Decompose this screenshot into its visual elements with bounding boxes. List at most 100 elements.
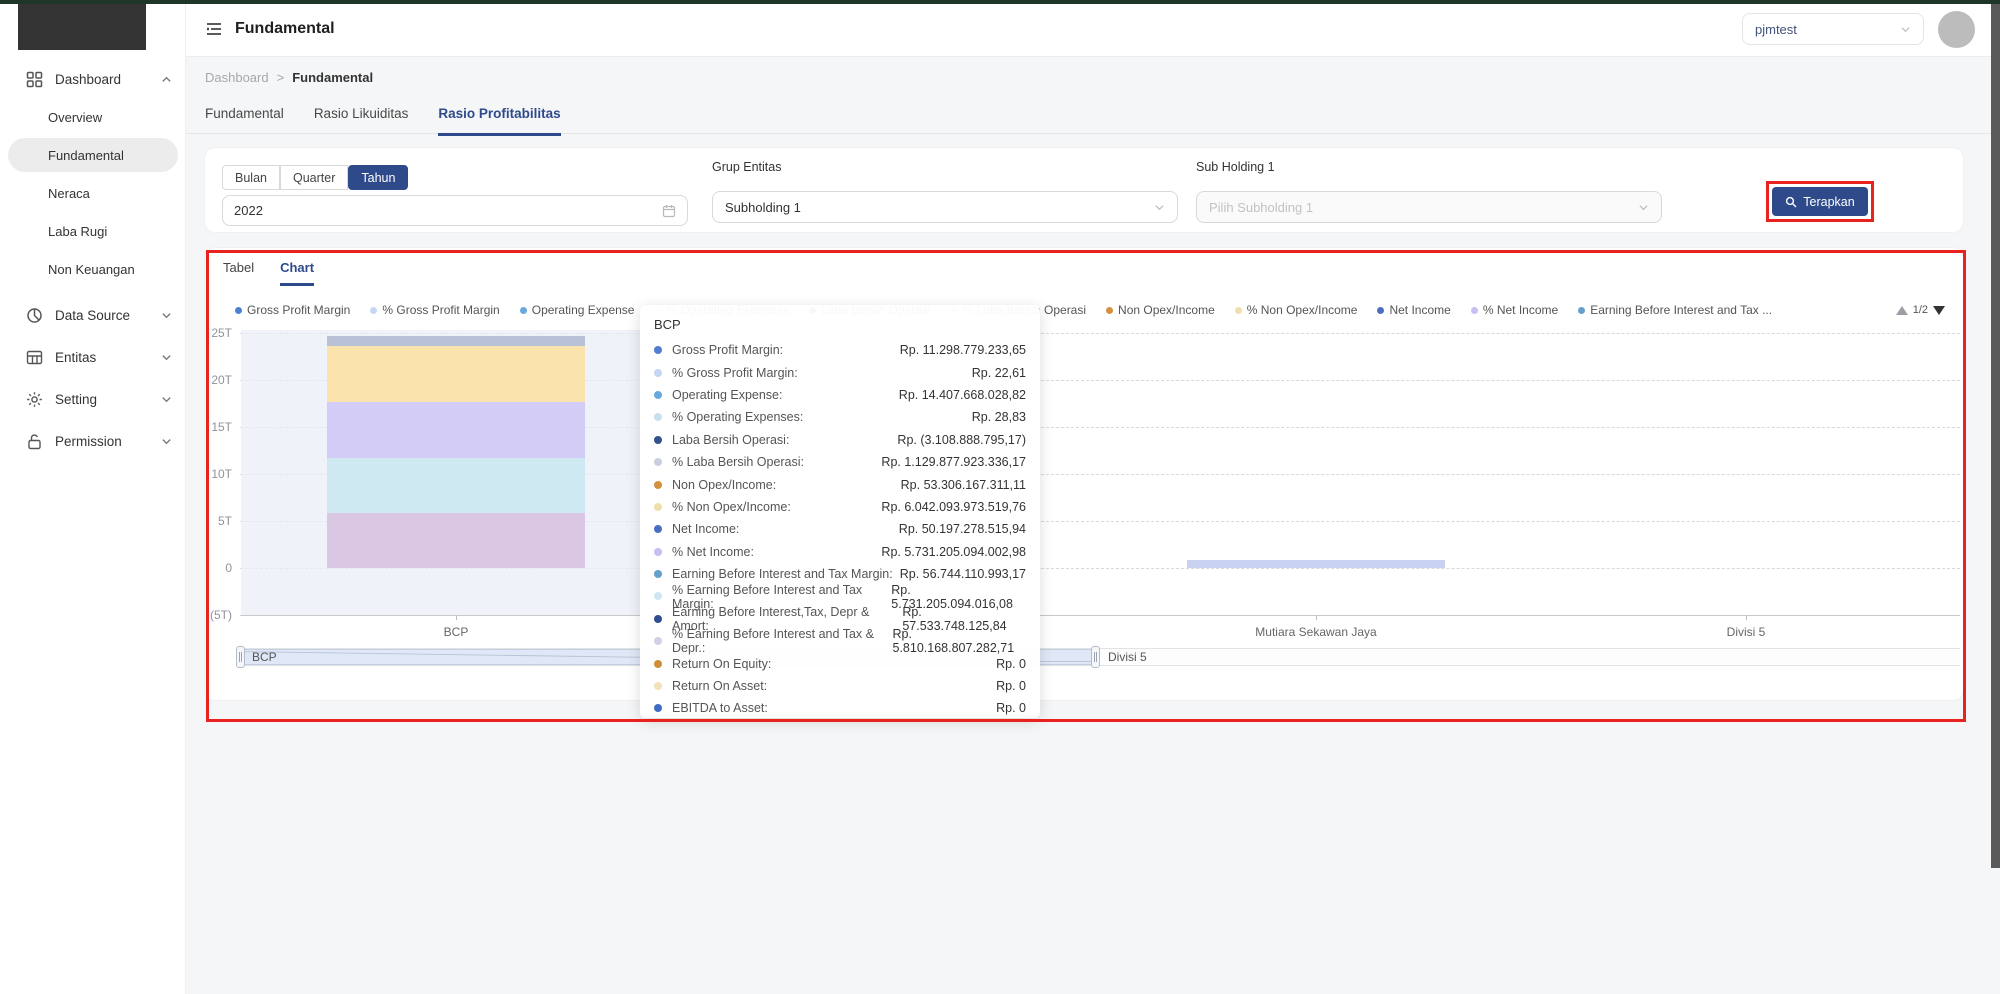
sidebar-item-dashboard[interactable]: Dashboard — [0, 62, 186, 96]
tooltip-series-value: Rp. 5.810.168.807.282,71 — [893, 627, 1027, 655]
sidebar-item-entitas[interactable]: Entitas — [0, 340, 186, 374]
bar-segment — [1187, 560, 1445, 568]
series-dot-icon — [654, 637, 662, 645]
sub-holding-label: Sub Holding 1 — [1196, 160, 1275, 174]
legend-item[interactable]: % Net Income — [1471, 303, 1558, 317]
y-axis-tick-label: 10T — [211, 467, 232, 481]
tooltip-row: Net Income:Rp. 50.197.278.515,94 — [654, 518, 1026, 540]
bar-segment — [327, 346, 585, 402]
sidebar-subitem-laba-rugi[interactable]: Laba Rugi — [8, 214, 178, 248]
chart-card: Tabel Chart Gross Profit Margin % Gross Pr… — [205, 248, 1963, 700]
stacked-bar-mutiara-sekawan-jaya[interactable] — [1187, 560, 1445, 568]
legend-dot-icon — [1578, 307, 1585, 314]
tab-rasio-likuiditas[interactable]: Rasio Likuiditas — [314, 106, 409, 136]
legend-label: % Gross Profit Margin — [382, 303, 499, 317]
series-dot-icon — [654, 548, 662, 556]
tooltip-series-value: Rp. 0 — [996, 679, 1026, 693]
legend-label: % Non Opex/Income — [1247, 303, 1358, 317]
apply-button[interactable]: Terapkan — [1772, 187, 1868, 216]
series-dot-icon — [654, 346, 662, 354]
permission-icon — [26, 433, 43, 450]
tooltip-series-label: % Gross Profit Margin: — [672, 366, 798, 380]
series-dot-icon — [654, 481, 662, 489]
y-axis-tick-label: 20T — [211, 373, 232, 387]
chart-tab-chart[interactable]: Chart — [280, 260, 314, 286]
tooltip-series-label: % Net Income: — [672, 545, 754, 559]
menu-fold-icon[interactable] — [205, 20, 223, 38]
datazoom-right-handle[interactable] — [1091, 646, 1100, 668]
y-axis-tick-label: 15T — [211, 420, 232, 434]
breadcrumb-dashboard[interactable]: Dashboard — [205, 70, 269, 85]
legend-page-down-icon[interactable] — [1933, 306, 1945, 315]
sub-holding-placeholder: Pilih Subholding 1 — [1209, 200, 1313, 215]
x-axis-tick — [456, 615, 457, 620]
tooltip-row: Non Opex/Income:Rp. 53.306.167.311,11 — [654, 473, 1026, 495]
series-dot-icon — [654, 525, 662, 533]
period-option-tahun[interactable]: Tahun — [348, 165, 408, 190]
page-tabs: Fundamental Rasio Likuiditas Rasio Profita… — [205, 106, 561, 136]
datazoom-slider[interactable]: BCP Divisi 5 — [240, 648, 1960, 666]
breadcrumb-current: Fundamental — [292, 70, 373, 85]
legend-label: % Net Income — [1483, 303, 1558, 317]
legend-item[interactable]: Operating Expense — [520, 303, 635, 317]
legend-item[interactable]: Net Income — [1377, 303, 1450, 317]
sidebar-item-data-source[interactable]: Data Source — [0, 298, 186, 332]
sidebar-subitem-neraca[interactable]: Neraca — [8, 176, 178, 210]
stacked-bar-bcp[interactable] — [327, 337, 585, 568]
tooltip-row: % Laba Bersih Operasi:Rp. 1.129.877.923.… — [654, 451, 1026, 473]
grup-entitas-value: Subholding 1 — [725, 200, 801, 215]
chevron-down-icon — [1900, 24, 1911, 35]
legend-pager: 1/2 — [1896, 304, 1945, 316]
legend-item[interactable]: % Non Opex/Income — [1235, 303, 1358, 317]
period-option-bulan[interactable]: Bulan — [222, 165, 280, 190]
legend-dot-icon — [520, 307, 527, 314]
chart-tab-tabel[interactable]: Tabel — [223, 260, 254, 286]
sidebar-subitem-overview[interactable]: Overview — [8, 100, 178, 134]
tooltip-row: Operating Expense:Rp. 14.407.668.028,82 — [654, 384, 1026, 406]
sidebar-subitem-label: Non Keuangan — [48, 262, 135, 277]
breadcrumb: Dashboard > Fundamental — [205, 70, 373, 85]
sidebar-item-setting[interactable]: Setting — [0, 382, 186, 416]
legend-item[interactable]: % Gross Profit Margin — [370, 303, 499, 317]
bar-segment — [327, 513, 585, 568]
x-axis-category-label: BCP — [444, 625, 469, 639]
legend-item[interactable]: Non Opex/Income — [1106, 303, 1215, 317]
datazoom-left-handle[interactable] — [236, 646, 245, 668]
scrollbar[interactable] — [1991, 0, 2000, 868]
tooltip-series-label: Laba Bersih Operasi: — [672, 433, 789, 447]
tooltip-series-value: Rp. 50.197.278.515,94 — [899, 522, 1026, 536]
tooltip-series-label: EBITDA to Asset: — [672, 701, 768, 715]
sidebar-item-permission[interactable]: Permission — [0, 424, 186, 458]
x-axis-tick — [1746, 615, 1747, 620]
sidebar-subitem-label: Fundamental — [48, 148, 124, 163]
breadcrumb-separator: > — [277, 70, 285, 85]
grup-entitas-select[interactable]: Subholding 1 — [712, 191, 1178, 223]
year-input[interactable]: 2022 — [222, 195, 688, 226]
tooltip-series-label: Return On Equity: — [672, 657, 771, 671]
sub-holding-select[interactable]: Pilih Subholding 1 — [1196, 191, 1662, 223]
sidebar-subitem-non-keuangan[interactable]: Non Keuangan — [8, 252, 178, 286]
tooltip-row: % Earning Before Interest and Tax & Depr… — [654, 630, 1026, 652]
bar-segment — [327, 402, 585, 458]
period-option-quarter[interactable]: Quarter — [280, 165, 348, 190]
tooltip-row: Laba Bersih Operasi:Rp. (3.108.888.795,1… — [654, 429, 1026, 451]
sidebar-subitem-label: Neraca — [48, 186, 90, 201]
legend-page-up-icon[interactable] — [1896, 306, 1908, 315]
chevron-down-icon — [161, 436, 172, 447]
top-header: Fundamental pjmtest — [186, 4, 2000, 57]
tooltip-row: EBITDA to Asset:Rp. 0 — [654, 697, 1026, 719]
legend-item[interactable]: Earning Before Interest and Tax ... — [1578, 303, 1772, 317]
avatar[interactable] — [1938, 11, 1975, 48]
series-dot-icon — [654, 503, 662, 511]
tab-fundamental[interactable]: Fundamental — [205, 106, 284, 136]
sidebar-subitem-fundamental[interactable]: Fundamental — [8, 138, 178, 172]
legend-dot-icon — [370, 307, 377, 314]
tooltip-series-value: Rp. 56.744.110.993,17 — [900, 567, 1026, 581]
calendar-icon — [662, 204, 676, 218]
user-select[interactable]: pjmtest — [1742, 13, 1924, 45]
sidebar-item-label: Setting — [55, 392, 161, 407]
tab-rasio-profitabilitas[interactable]: Rasio Profitabilitas — [438, 106, 560, 136]
apply-label: Terapkan — [1803, 195, 1854, 209]
legend-item[interactable]: Gross Profit Margin — [235, 303, 350, 317]
chart-plot-area[interactable]: 25T20T15T10T5T0(5T)BCPMutiara Sekawan Ja… — [240, 330, 1960, 620]
